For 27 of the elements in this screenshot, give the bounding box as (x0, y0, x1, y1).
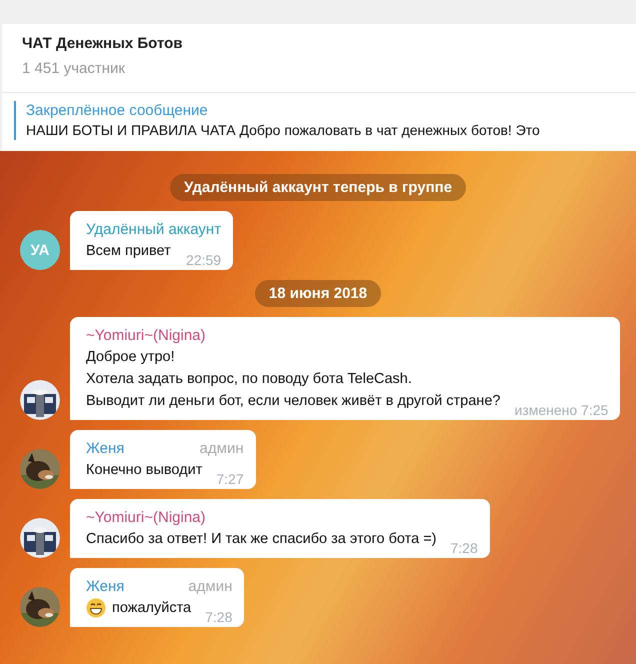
avatar[interactable]: УА (20, 230, 60, 270)
message-text: Спасибо за ответ! И так же спасибо за этого бота =) (86, 530, 436, 549)
message-text: Всем привет (86, 242, 171, 261)
sender-name[interactable]: ~Yomiuri~(Nigina) (86, 326, 206, 346)
message-time: 22:59 (186, 252, 222, 268)
pinned-message-bar[interactable]: Закреплённое сообщение НАШИ БОТЫ И ПРАВИЛА ЧАТА Добро пожаловать в чат денежных ботов! Это (2, 93, 636, 151)
sender-name[interactable]: Женя (86, 577, 124, 597)
service-message: Удалённый аккаунт теперь в группе (170, 174, 466, 201)
message-text: Хотела задать вопрос, по поводу бота TeleCash. (86, 370, 412, 389)
pinned-label: Закреплённое сообщение (26, 101, 209, 120)
pinned-text: НАШИ БОТЫ И ПРАВИЛА ЧАТА Добро пожаловать в чат денежных ботов! Это (26, 121, 541, 140)
message-text: Доброе утро! (86, 348, 175, 367)
sender-name[interactable]: ~Yomiuri~(Nigina) (86, 508, 206, 528)
member-count: 1 451 участник (22, 60, 126, 77)
message-time: 7:28 (450, 540, 478, 556)
message-time: изменено 7:25 (514, 402, 608, 418)
sender-name[interactable]: Удалённый аккаунт (86, 220, 222, 240)
message-time: 7:27 (216, 471, 244, 487)
message-time: 7:28 (205, 609, 232, 625)
sender-name[interactable]: Женя (86, 439, 124, 459)
chat-title: ЧАТ Денежных Ботов (22, 35, 184, 52)
admin-label: админ (188, 577, 232, 597)
message-text: пожалуйста (112, 599, 192, 618)
message-text: Конечно выводит (86, 461, 202, 480)
admin-label: админ (200, 439, 244, 459)
message-text: Выводит ли деньги бот, если человек живёт в другой стране? (86, 392, 500, 411)
date-label: 18 июня 2018 (254, 280, 382, 307)
